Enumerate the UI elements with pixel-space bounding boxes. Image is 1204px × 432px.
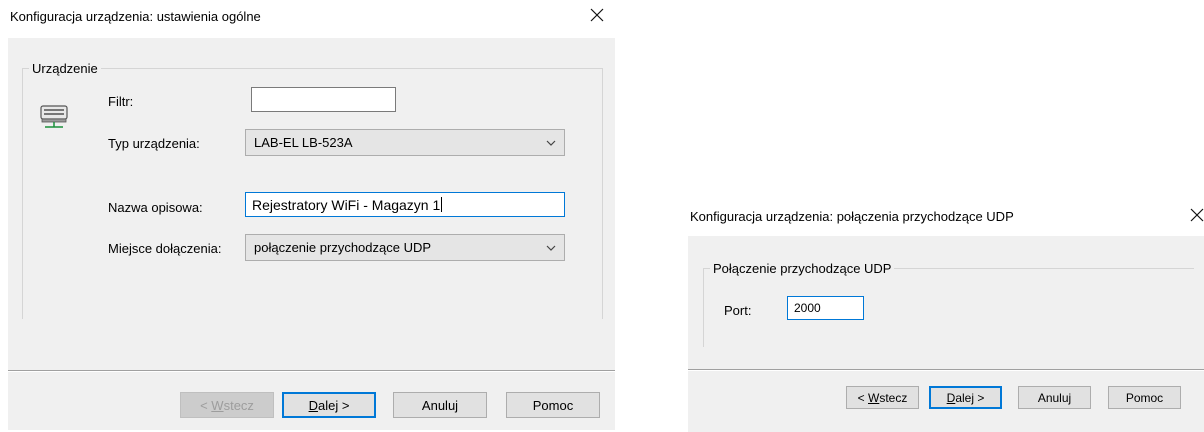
- separator-highlight: [8, 371, 615, 372]
- attach-value: połączenie przychodzące UDP: [254, 240, 432, 255]
- help-button[interactable]: Pomoc: [506, 392, 600, 418]
- back-button-prefix: <: [200, 397, 212, 413]
- attach-label: Miejsce dołączenia:: [108, 241, 222, 256]
- next-button-rest: alej >: [317, 397, 350, 413]
- udp-group: Połączenie przychodzące UDP: [703, 261, 1194, 347]
- dialog-client-area: Połączenie przychodzące UDP Port: 2000 <…: [688, 236, 1204, 432]
- next-button-mnemonic: D: [946, 390, 956, 405]
- network-device-icon: [39, 103, 69, 131]
- port-input[interactable]: 2000: [787, 296, 864, 320]
- back-button[interactable]: < Wstecz: [846, 386, 919, 409]
- udp-group-label: Połączenie przychodzące UDP: [710, 261, 895, 276]
- device-type-select[interactable]: LAB-EL LB-523A: [245, 129, 565, 156]
- device-type-label: Typ urządzenia:: [108, 136, 200, 151]
- device-type-value: LAB-EL LB-523A: [254, 135, 353, 150]
- separator-highlight: [688, 370, 1204, 371]
- back-button-rest: stecz: [223, 397, 254, 413]
- description-input[interactable]: Rejestratory WiFi - Magazyn 1: [245, 192, 565, 217]
- cancel-button[interactable]: Anuluj: [1018, 386, 1091, 409]
- dialog-client-area: Urządzenie Filtr: Typ urządzenia: LAB-EL…: [8, 38, 615, 430]
- help-button[interactable]: Pomoc: [1108, 386, 1181, 409]
- description-label: Nazwa opisowa:: [108, 200, 203, 215]
- description-value: Rejestratory WiFi - Magazyn 1: [252, 196, 441, 213]
- close-icon[interactable]: [1190, 206, 1204, 226]
- back-button-mnemonic: W: [211, 397, 224, 413]
- next-button[interactable]: Dalej >: [282, 392, 376, 418]
- chevron-down-icon: [546, 245, 556, 251]
- next-button-mnemonic: D: [308, 397, 318, 413]
- udp-settings-dialog: Konfiguracja urządzenia: połączenia przy…: [682, 200, 1204, 432]
- device-group-label: Urządzenie: [29, 61, 101, 76]
- back-button[interactable]: < Wstecz: [180, 392, 274, 418]
- filter-label: Filtr:: [108, 94, 134, 109]
- general-settings-dialog: Konfiguracja urządzenia: ustawienia ogól…: [0, 0, 618, 432]
- chevron-down-icon: [546, 140, 556, 146]
- port-label: Port:: [724, 303, 752, 318]
- back-button-mnemonic: W: [868, 390, 880, 405]
- next-button[interactable]: Dalej >: [929, 386, 1002, 409]
- back-button-prefix: <: [857, 390, 868, 405]
- cancel-button[interactable]: Anuluj: [393, 392, 487, 418]
- dialog-title: Konfiguracja urządzenia: połączenia przy…: [690, 209, 1014, 224]
- dialog-title: Konfiguracja urządzenia: ustawienia ogól…: [10, 9, 261, 24]
- text-caret: [441, 197, 443, 212]
- attach-select[interactable]: połączenie przychodzące UDP: [245, 234, 565, 261]
- back-button-rest: stecz: [879, 390, 908, 405]
- next-button-rest: alej >: [955, 390, 985, 405]
- filter-input[interactable]: [251, 87, 396, 112]
- close-icon[interactable]: [590, 6, 604, 26]
